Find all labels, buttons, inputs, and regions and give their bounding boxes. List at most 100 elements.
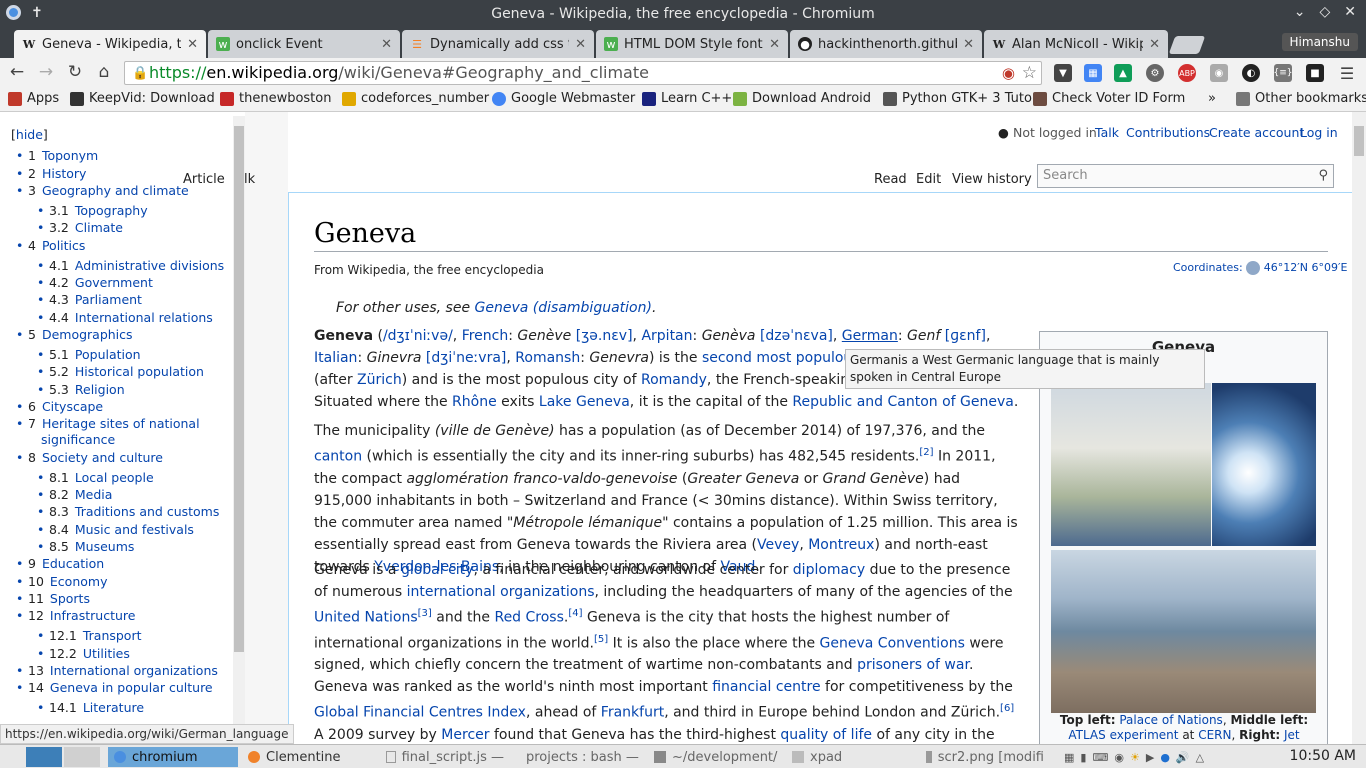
network-icon[interactable]: ◉ (1114, 751, 1124, 764)
close-tab-icon[interactable]: ✕ (187, 37, 198, 52)
trash-icon[interactable]: ▦ (1064, 751, 1074, 764)
keyboard-icon[interactable]: ⌨ (1092, 751, 1108, 764)
contributions-link[interactable]: Contributions (1126, 125, 1210, 140)
bookmark-keepvid[interactable]: KeepVid: Download (70, 91, 215, 106)
toc-item[interactable]: • 9 Education (16, 556, 104, 571)
contrast-icon[interactable]: ◐ (1242, 64, 1260, 82)
toc-item[interactable]: • 2 History (16, 166, 86, 181)
toc-item[interactable]: significance (41, 432, 115, 447)
bookmark-learn-cpp[interactable]: Learn C++ (642, 91, 732, 106)
reload-icon[interactable]: ↻ (64, 62, 86, 84)
bluetooth-icon[interactable]: ● (1160, 751, 1170, 764)
tab-alan-mcnicoll[interactable]: W Alan McNicoll - Wikipedia ✕ (984, 30, 1168, 58)
tab-talk[interactable]: lk (244, 172, 255, 187)
minimize-icon[interactable]: ⌄ (1294, 4, 1306, 20)
tab-view-history[interactable]: View history (952, 172, 1032, 187)
blocked-content-icon[interactable]: ◉ (1002, 62, 1015, 84)
tab-fontsize[interactable]: w HTML DOM Style fontSize ✕ (596, 30, 788, 58)
incognito-icon[interactable]: ■ (1306, 64, 1324, 82)
geneva-aerial-image[interactable] (1051, 550, 1316, 713)
search-icon[interactable]: ⚲ (1318, 168, 1328, 183)
toc-item[interactable]: • 8.5 Museums (37, 539, 134, 554)
toc-item[interactable]: • 8.4 Music and festivals (37, 522, 194, 537)
bookmark-download-android[interactable]: Download Android (733, 91, 871, 106)
toc-item[interactable]: • 4.2 Government (37, 275, 153, 290)
json-icon[interactable]: {≡} (1274, 64, 1293, 82)
back-icon[interactable]: ← (6, 62, 28, 84)
tab-onclick[interactable]: w onclick Event ✕ (208, 30, 400, 58)
tab-geneva[interactable]: W Geneva - Wikipedia, the fr ✕ (14, 30, 206, 58)
profile-button[interactable]: Himanshu (1281, 33, 1358, 51)
toc-item[interactable]: • 12.2 Utilities (37, 646, 130, 661)
bookmark-python-gtk[interactable]: Python GTK+ 3 Tuto (883, 91, 1032, 106)
toc-item[interactable]: • 5.1 Population (37, 347, 141, 362)
camera-icon[interactable]: ◉ (1210, 64, 1228, 82)
toc-item[interactable]: • 8.1 Local people (37, 470, 154, 485)
disambiguation-link[interactable]: Geneva (disambiguation) (475, 300, 652, 316)
login-link[interactable]: Log in (1300, 125, 1338, 140)
adblock-icon[interactable]: ABP (1178, 64, 1196, 82)
bookmark-thenewboston[interactable]: thenewboston (220, 91, 331, 106)
workspace-1[interactable] (26, 747, 62, 767)
toc-item[interactable]: • 5.3 Religion (37, 382, 125, 397)
task-chromium[interactable]: chromium (108, 747, 238, 767)
toc-item[interactable]: • 12.1 Transport (37, 628, 142, 643)
new-tab-button[interactable] (1168, 36, 1206, 54)
toc-item[interactable]: • 8.3 Traditions and customs (37, 504, 219, 519)
toc-item[interactable]: • 3 Geography and climate (16, 183, 189, 198)
home-icon[interactable]: ⌂ (93, 62, 115, 84)
close-tab-icon[interactable]: ✕ (1149, 37, 1160, 52)
bookmark-other[interactable]: Other bookmarks (1236, 91, 1366, 106)
toc-item[interactable]: • 4.3 Parliament (37, 292, 142, 307)
page-scrollbar-thumb[interactable] (1354, 126, 1364, 156)
toc-item[interactable]: • 4.4 International relations (37, 310, 213, 325)
toc-item[interactable]: • 13 International organizations (16, 663, 218, 678)
toc-item[interactable]: • 14 Geneva in popular culture (16, 680, 213, 695)
toc-item[interactable]: • 1 Toponym (16, 148, 98, 163)
toc-item[interactable]: • 14.1 Literature (37, 700, 144, 715)
create-account-link[interactable]: Create account (1209, 125, 1304, 140)
task-development[interactable]: ~/development/ (648, 747, 788, 767)
tab-article[interactable]: Article (183, 172, 225, 187)
volume-icon[interactable]: 🔊 (1176, 751, 1190, 764)
weather-icon[interactable]: ☀ (1130, 751, 1140, 764)
tab-dynamically[interactable]: ☰ Dynamically add css to p ✕ (402, 30, 594, 58)
forward-icon[interactable]: → (35, 62, 57, 84)
toc-item[interactable]: • 8 Society and culture (16, 450, 163, 465)
close-tab-icon[interactable]: ✕ (381, 37, 392, 52)
address-bar[interactable]: 🔒 https://en.wikipedia.org/wiki/Geneva#G… (124, 61, 1042, 85)
bookmark-codeforces[interactable]: codeforces_number (342, 91, 489, 106)
toc-item[interactable]: • 6 Cityscape (16, 399, 103, 414)
toc-item[interactable]: • 5.2 Historical population (37, 364, 204, 379)
bookmarks-overflow-icon[interactable]: » (1208, 91, 1216, 106)
bookmark-voter-id[interactable]: Check Voter ID Form (1033, 91, 1185, 106)
media-icon[interactable]: ▶ (1146, 751, 1154, 764)
search-input[interactable]: Search ⚲ (1037, 164, 1334, 188)
tab-edit[interactable]: Edit (916, 172, 941, 187)
toc-scrollbar-thumb[interactable] (234, 126, 244, 652)
close-tab-icon[interactable]: ✕ (769, 37, 780, 52)
menu-icon[interactable]: ☰ (1338, 64, 1356, 83)
toc-item[interactable]: • 8.2 Media (37, 487, 112, 502)
bookmark-apps[interactable]: Apps (8, 91, 59, 106)
bookmark-star-icon[interactable]: ☆ (1022, 62, 1037, 84)
wifi-icon[interactable]: △ (1196, 751, 1204, 764)
toc-item[interactable]: • 12 Infrastructure (16, 608, 135, 623)
task-bash[interactable]: projects : bash — (514, 747, 644, 767)
talk-link[interactable]: Talk (1095, 125, 1119, 140)
palace-of-nations-image[interactable] (1051, 383, 1211, 546)
jet-deau-image[interactable] (1212, 383, 1316, 546)
page-scrollbar[interactable] (1352, 112, 1366, 744)
toc-scrollbar[interactable] (233, 116, 245, 744)
toc-item[interactable]: • 11 Sports (16, 591, 90, 606)
drive-icon[interactable]: ▲ (1114, 64, 1132, 82)
toc-item[interactable]: • 4 Politics (16, 238, 85, 253)
task-clementine[interactable]: Clementine (242, 747, 372, 767)
battery-icon[interactable]: ▮ (1080, 751, 1086, 764)
toc-item[interactable]: • 7 Heritage sites of national (16, 416, 200, 431)
toc-item[interactable]: • 10 Economy (16, 574, 107, 589)
tab-read[interactable]: Read (874, 172, 907, 187)
toc-item[interactable]: • 5 Demographics (16, 327, 133, 342)
tab-hackinthenorth[interactable]: ● hackinthenorth.github.io ✕ (790, 30, 982, 58)
extension-gear-icon[interactable]: ⚙ (1146, 64, 1164, 82)
